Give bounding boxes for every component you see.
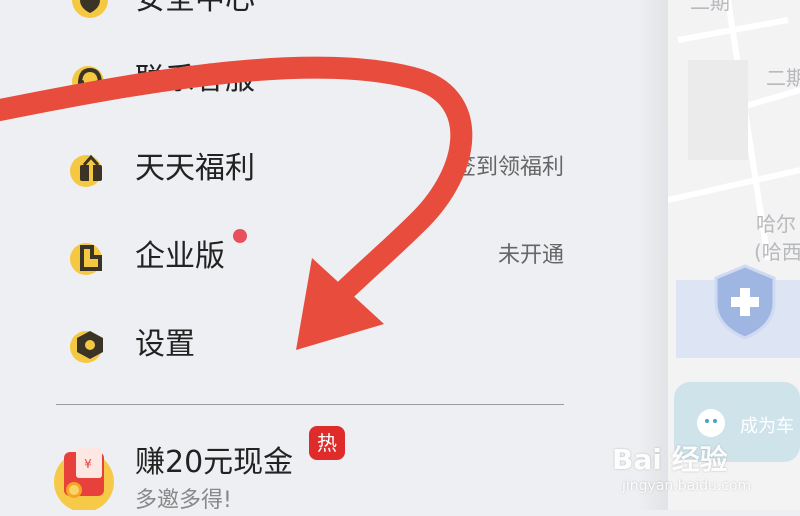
map-view[interactable]: 二期 二期 哈尔 (哈西 成为车 xyxy=(668,0,800,510)
menu-item-hint: 签到领福利 xyxy=(453,155,564,180)
menu-item-daily-benefits[interactable]: 天天福利 签到领福利 xyxy=(0,133,600,203)
map-label: (哈西 xyxy=(754,240,800,264)
menu-item-security-center[interactable]: 安全中心 xyxy=(0,0,600,35)
menu-item-settings[interactable]: 设置 xyxy=(0,309,600,379)
promo-subtitle: 多邀多得! xyxy=(135,488,232,513)
side-drawer: 安全中心 联系客服 天天福利 签到领福利 企业版 未开通 xyxy=(0,0,668,513)
menu-item-label: 安全中心 xyxy=(135,0,255,18)
gift-icon xyxy=(70,154,102,187)
map-label: 哈尔 xyxy=(756,212,796,236)
promo-title: 赚20元现金 xyxy=(135,445,294,480)
menu-item-label: 联系客服 xyxy=(135,62,255,97)
gear-icon xyxy=(70,331,103,363)
shield-icon xyxy=(72,0,108,18)
watermark-url: jingyan.baidu.com xyxy=(622,478,752,494)
menu-item-enterprise[interactable]: 企业版 未开通 xyxy=(0,221,600,291)
map-label: 二期 xyxy=(766,66,800,90)
red-envelope-icon: ¥ xyxy=(54,448,114,510)
menu-item-label: 设置 xyxy=(135,327,195,362)
building-icon xyxy=(70,243,102,275)
watermark: Bai 经验 xyxy=(612,443,728,476)
driver-avatar-icon xyxy=(697,409,725,437)
drawer-shadow xyxy=(638,0,672,510)
headset-icon xyxy=(72,66,104,98)
menu-item-label: 天天福利 xyxy=(135,151,255,186)
banner-text: 成为车 xyxy=(740,416,794,437)
menu-item-label: 企业版 xyxy=(135,239,225,274)
menu-item-hint: 未开通 xyxy=(497,243,564,268)
map-label: 二期 xyxy=(690,0,730,14)
shield-plus-icon[interactable] xyxy=(712,264,778,340)
notification-dot xyxy=(233,229,247,243)
menu-item-customer-service[interactable]: 联系客服 xyxy=(0,46,600,116)
divider xyxy=(56,404,564,405)
svg-text:¥: ¥ xyxy=(84,457,92,471)
hot-badge: 热 xyxy=(309,426,345,460)
